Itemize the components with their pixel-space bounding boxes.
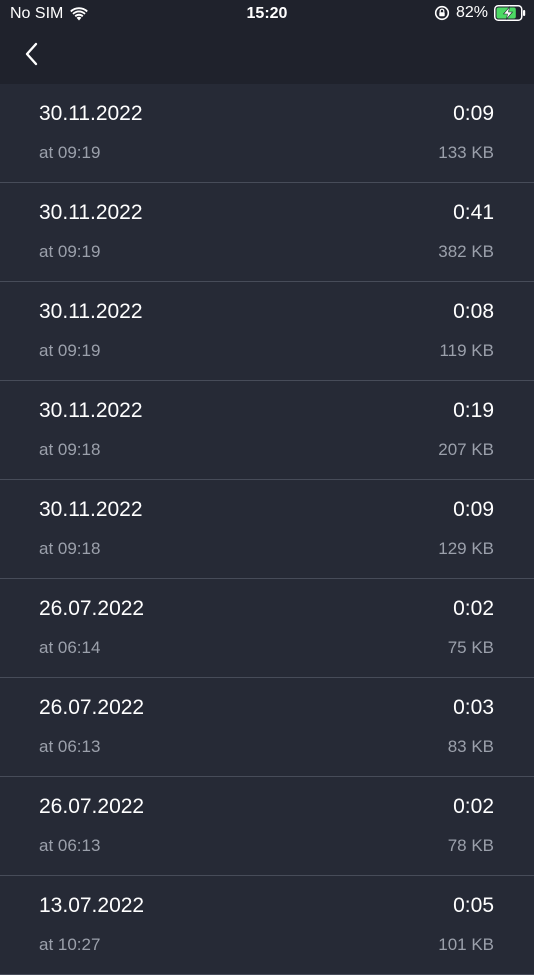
recording-size: 101 KB xyxy=(438,935,494,954)
recording-date: 30.11.2022 xyxy=(39,399,143,422)
recording-time: at 06:14 xyxy=(39,638,101,657)
recording-time: at 09:19 xyxy=(39,341,101,360)
recording-duration: 0:05 xyxy=(453,894,494,917)
recording-time: at 09:18 xyxy=(39,440,101,459)
recording-time: at 10:27 xyxy=(39,935,101,954)
recording-duration: 0:19 xyxy=(453,399,494,422)
recording-duration: 0:08 xyxy=(453,300,494,323)
recording-row[interactable]: 13.07.2022 0:05 at 10:27 101 KB xyxy=(0,876,534,975)
recording-duration: 0:09 xyxy=(453,498,494,521)
recording-size: 119 KB xyxy=(439,341,494,360)
recording-row[interactable]: 26.07.2022 0:02 at 06:14 75 KB xyxy=(0,579,534,678)
recording-time: at 09:19 xyxy=(39,143,101,162)
orientation-lock-icon xyxy=(434,5,450,21)
recording-date: 30.11.2022 xyxy=(39,300,143,323)
recording-row[interactable]: 30.11.2022 0:41 at 09:19 382 KB xyxy=(0,183,534,282)
recording-row[interactable]: 30.11.2022 0:08 at 09:19 119 KB xyxy=(0,282,534,381)
recording-date: 13.07.2022 xyxy=(39,894,145,917)
battery-percent: 82% xyxy=(455,4,488,21)
recording-date: 30.11.2022 xyxy=(39,498,143,521)
recording-duration: 0:41 xyxy=(453,201,494,224)
recording-date: 30.11.2022 xyxy=(39,102,143,125)
recordings-list: 30.11.2022 0:09 at 09:19 133 KB 30.11.2022 0:… xyxy=(0,84,534,975)
status-right: 82% xyxy=(434,4,526,22)
recording-date: 30.11.2022 xyxy=(39,201,143,224)
recording-time: at 06:13 xyxy=(39,836,101,855)
recording-size: 75 KB xyxy=(447,638,494,657)
recording-date: 26.07.2022 xyxy=(39,597,145,620)
recording-time: at 06:13 xyxy=(39,737,101,756)
recording-time: at 09:19 xyxy=(39,242,101,261)
status-bar: No SIM 15:20 82% xyxy=(0,0,534,28)
recording-duration: 0:02 xyxy=(453,795,494,818)
recording-size: 382 KB xyxy=(438,242,494,261)
back-button[interactable] xyxy=(18,40,46,68)
recording-row[interactable]: 26.07.2022 0:02 at 06:13 78 KB xyxy=(0,777,534,876)
recording-size: 78 KB xyxy=(447,836,494,855)
recording-size: 83 KB xyxy=(447,737,494,756)
recording-time: at 09:18 xyxy=(39,539,101,558)
recording-duration: 0:09 xyxy=(453,102,494,125)
recording-duration: 0:03 xyxy=(453,696,494,719)
recording-size: 133 KB xyxy=(438,143,494,162)
recording-row[interactable]: 30.11.2022 0:09 at 09:19 133 KB xyxy=(0,84,534,183)
recording-size: 129 KB xyxy=(438,539,494,558)
chevron-left-icon xyxy=(25,42,38,66)
recording-row[interactable]: 26.07.2022 0:03 at 06:13 83 KB xyxy=(0,678,534,777)
recording-duration: 0:02 xyxy=(453,597,494,620)
recording-row[interactable]: 30.11.2022 0:19 at 09:18 207 KB xyxy=(0,381,534,480)
battery-charging-icon xyxy=(494,5,526,21)
recording-date: 26.07.2022 xyxy=(39,696,145,719)
recording-row[interactable]: 30.11.2022 0:09 at 09:18 129 KB xyxy=(0,480,534,579)
recording-size: 207 KB xyxy=(438,440,494,459)
recording-date: 26.07.2022 xyxy=(39,795,145,818)
nav-bar xyxy=(0,28,534,84)
